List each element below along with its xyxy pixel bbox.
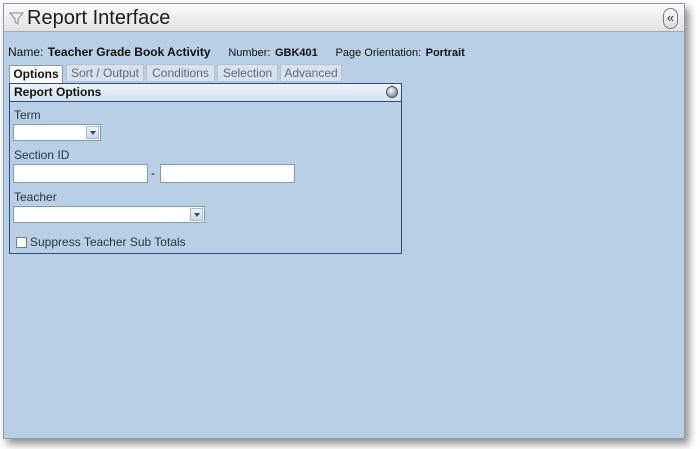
report-name: Teacher Grade Book Activity	[47, 45, 211, 59]
dropdown-arrow-icon[interactable]	[86, 126, 99, 139]
tab-advanced[interactable]: Advanced	[280, 64, 342, 82]
filter-icon	[9, 12, 24, 26]
panel-collapse-icon[interactable]	[386, 86, 398, 98]
panel-header: Report Options	[10, 84, 401, 102]
suppress-subtotals-label: Suppress Teacher Sub Totals	[30, 235, 186, 249]
tab-selection[interactable]: Selection	[217, 64, 278, 82]
section-id-label: Section ID	[14, 148, 70, 162]
section-id-separator: -	[151, 166, 155, 180]
panel-title: Report Options	[14, 85, 102, 99]
tab-conditions[interactable]: Conditions	[146, 64, 215, 82]
teacher-select[interactable]	[13, 206, 205, 223]
report-orientation: Portrait	[425, 47, 465, 59]
suppress-subtotals-checkbox[interactable]	[16, 237, 27, 248]
orientation-label: Page Orientation:	[335, 47, 422, 59]
report-options-panel: Report Options Term Section ID - Teacher…	[9, 83, 402, 254]
section-id-to-input[interactable]	[160, 164, 295, 183]
tab-options[interactable]: Options	[9, 65, 63, 85]
window-title: Report Interface	[27, 7, 171, 29]
collapse-icon[interactable]: «	[663, 8, 678, 29]
title-bar: Report Interface «	[4, 4, 684, 32]
section-id-from-input[interactable]	[13, 164, 148, 183]
dropdown-arrow-icon[interactable]	[190, 208, 203, 221]
name-label: Name:	[8, 45, 44, 59]
term-select[interactable]	[13, 124, 101, 141]
report-window: Report Interface « Name: Teacher Grade B…	[3, 3, 685, 439]
tab-sort-output[interactable]: Sort / Output	[66, 64, 144, 82]
number-label: Number:	[228, 47, 271, 59]
teacher-label: Teacher	[14, 190, 57, 204]
report-number: GBK401	[274, 47, 318, 59]
term-label: Term	[14, 108, 41, 122]
report-info-row: Name: Teacher Grade Book Activity Number…	[8, 43, 465, 61]
